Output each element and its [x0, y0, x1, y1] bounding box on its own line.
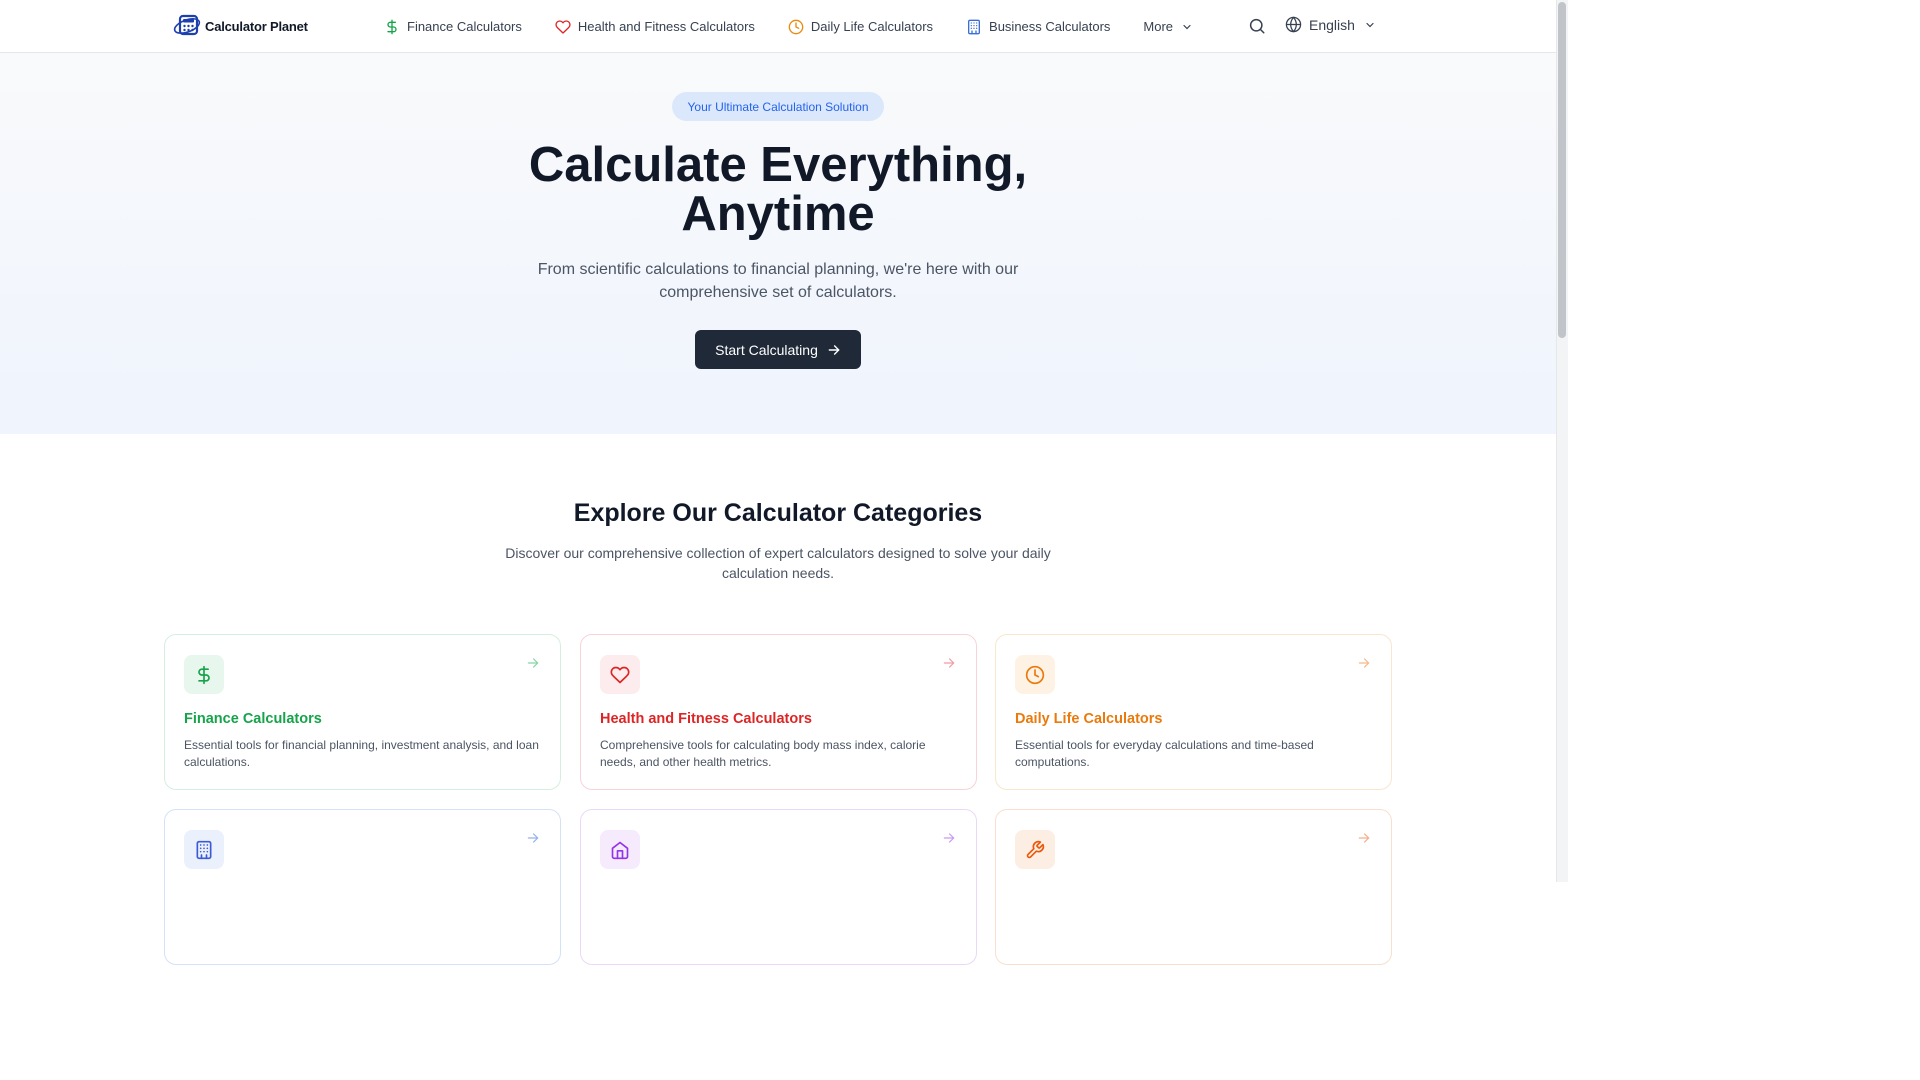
card-icon-box	[1015, 655, 1055, 694]
category-card-tools[interactable]	[995, 809, 1392, 965]
building-icon	[196, 840, 212, 859]
nav-business-calculators[interactable]: Business Calculators	[966, 19, 1110, 35]
arrow-right-icon	[828, 344, 840, 355]
card-description: Comprehensive tools for calculating body…	[600, 738, 926, 769]
arrow-right-icon	[527, 833, 539, 843]
scrollbar-thumb[interactable]	[1558, 2, 1566, 338]
nav-daily-life-calculators[interactable]: Daily Life Calculators	[788, 19, 933, 35]
nav-label: Business Calculators	[989, 19, 1111, 34]
card-icon-box	[1015, 830, 1055, 869]
card-title: Daily Life Calculators	[1015, 711, 1163, 727]
category-card-daily-life[interactable]: Daily Life Calculators Essential tools f…	[995, 634, 1392, 790]
nav-label: Daily Life Calculators	[810, 19, 934, 34]
arrow-right-icon	[943, 833, 955, 843]
search-icon[interactable]	[1248, 17, 1266, 35]
hero-subtitle: From scientific calculations to financia…	[537, 261, 1019, 301]
arrow-right-icon	[527, 658, 539, 668]
nav-more-label: More	[1143, 19, 1174, 34]
dollar-icon	[198, 665, 210, 684]
card-title: Health and Fitness Calculators	[600, 711, 812, 727]
cta-label: Start Calculating	[715, 341, 818, 358]
hero-badge: Your Ultimate Calculation Solution	[672, 92, 884, 121]
dollar-icon	[387, 19, 397, 34]
nav-more-dropdown[interactable]: More	[1143, 19, 1193, 34]
card-icon-box	[600, 655, 640, 694]
language-label: English	[1309, 16, 1355, 33]
category-card-finance[interactable]: Finance Calculators Essential tools for …	[164, 634, 561, 790]
hero-title-line-2: Anytime	[681, 187, 875, 241]
start-calculating-button[interactable]: Start Calculating	[695, 330, 861, 369]
heart-icon	[555, 19, 571, 34]
arrow-right-icon	[943, 658, 955, 668]
category-card-home[interactable]	[580, 809, 977, 965]
top-navigation-bar: Calculator Planet Finance Calculators He…	[0, 0, 1556, 53]
home-icon	[611, 841, 629, 859]
card-icon-box	[184, 655, 224, 694]
chevron-down-icon	[1183, 24, 1191, 29]
globe-icon	[1285, 16, 1302, 33]
heart-icon	[610, 666, 630, 683]
building-icon	[968, 19, 981, 34]
card-description: Essential tools for financial planning, …	[184, 738, 539, 769]
hero-title: Calculate Everything, Anytime	[0, 141, 1556, 239]
calculator-logo-icon	[173, 14, 201, 36]
categories-title: Explore Our Calculator Categories	[573, 499, 983, 527]
site-logo[interactable]: Calculator Planet	[173, 13, 308, 39]
hero-title-line-1: Calculate Everything,	[528, 138, 1028, 192]
language-selector[interactable]: English	[1285, 16, 1376, 33]
card-title: Finance Calculators	[184, 711, 322, 727]
category-card-health-fitness[interactable]: Health and Fitness Calculators Comprehen…	[580, 634, 977, 790]
arrow-right-icon	[1358, 833, 1370, 843]
nav-finance-calculators[interactable]: Finance Calculators	[384, 19, 522, 35]
hero-section: Your Ultimate Calculation Solution Calcu…	[0, 53, 1556, 434]
clock-icon	[788, 19, 804, 34]
card-icon-box	[600, 830, 640, 869]
card-description: Essential tools for everyday calculation…	[1015, 738, 1314, 769]
clock-icon	[1025, 665, 1045, 684]
wrench-icon	[1026, 840, 1045, 858]
category-card-business[interactable]	[164, 809, 561, 965]
main-nav: Finance Calculators Health and Fitness C…	[384, 0, 1193, 53]
arrow-right-icon	[1358, 658, 1370, 668]
nav-label: Health and Fitness Calculators	[577, 19, 755, 34]
nav-label: Finance Calculators	[407, 19, 522, 34]
card-icon-box	[184, 830, 224, 869]
logo-text: Calculator Planet	[205, 18, 308, 34]
nav-health-fitness-calculators[interactable]: Health and Fitness Calculators	[555, 19, 755, 35]
categories-subtitle: Discover our comprehensive collection of…	[505, 545, 1051, 581]
chevron-down-icon	[1366, 22, 1374, 27]
